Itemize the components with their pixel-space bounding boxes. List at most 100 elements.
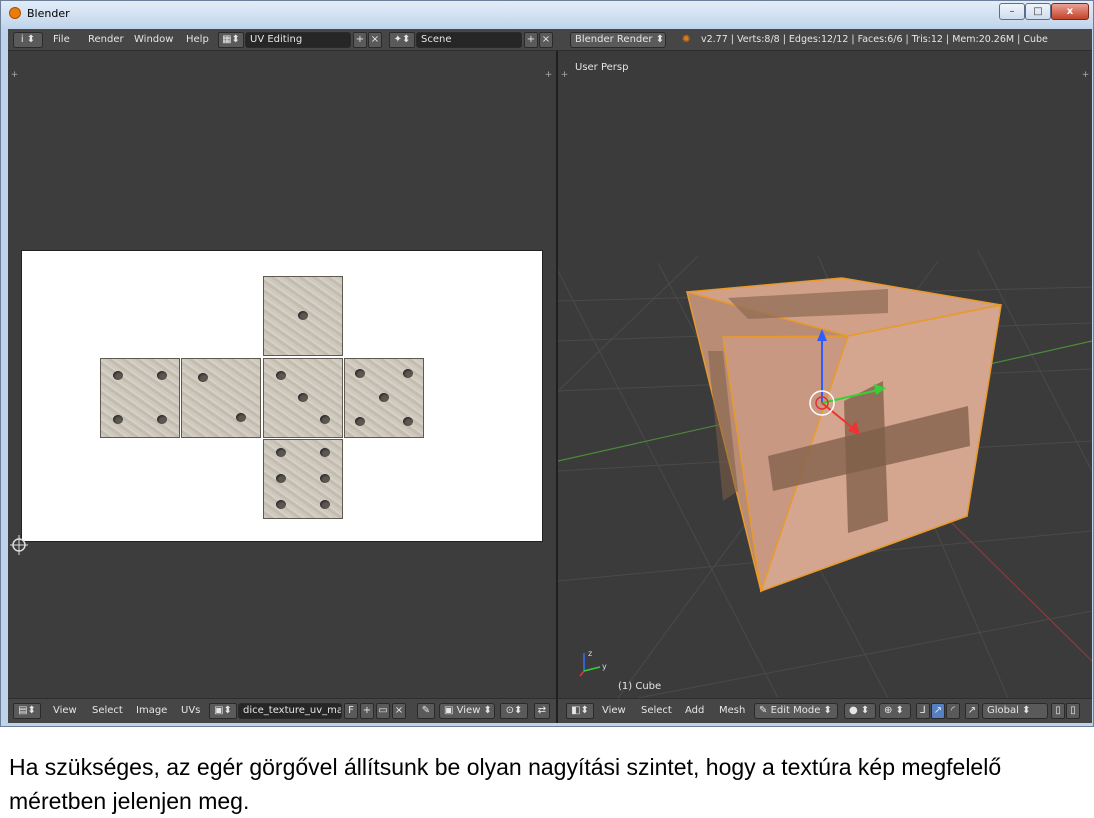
uv-face-bottom[interactable] [263, 439, 343, 519]
menu-window[interactable]: Window [134, 32, 173, 48]
die-pip [403, 417, 413, 426]
image-browse-button[interactable]: ▣⬍ [209, 703, 237, 719]
menu-file[interactable]: File [53, 32, 70, 48]
minimize-button[interactable]: – [999, 3, 1025, 20]
orientation-label: Global [987, 705, 1019, 716]
viewport-menu-add[interactable]: Add [685, 704, 704, 718]
add-scene-button[interactable]: + [524, 32, 538, 48]
close-button[interactable]: x [1051, 3, 1089, 20]
uv-view-label: View [456, 705, 481, 716]
active-object-label: (1) Cube [618, 681, 662, 692]
mode-dropdown[interactable]: ✎ Edit Mode ⬍ [754, 703, 838, 719]
pivot-point-button[interactable]: ⊙⬍ [500, 703, 528, 719]
die-pip [379, 393, 389, 402]
orientation-dropdown[interactable]: Global ⬍ [982, 703, 1048, 719]
scene-icon[interactable]: ✦⬍ [389, 32, 415, 48]
stats-text: v2.77 | Verts:8/8 | Edges:12/12 | Faces:… [701, 34, 1048, 45]
uv-face-right[interactable] [344, 358, 424, 438]
die-pip [276, 474, 286, 483]
screen-layout-icon[interactable]: ▦⬍ [218, 32, 244, 48]
blender-workspace: i ⬍ File Render Window Help ▦⬍ UV Editin… [8, 29, 1092, 723]
uv-menu-uvs[interactable]: UVs [181, 704, 200, 718]
add-screen-button[interactable]: + [353, 32, 367, 48]
mini-axis-x [579, 670, 585, 677]
mini-axis-y-label: y [602, 662, 607, 671]
fake-user-button[interactable]: F [344, 703, 358, 719]
die-pip [157, 371, 167, 380]
die-pip [157, 415, 167, 424]
remove-scene-button[interactable]: × [539, 32, 553, 48]
uv-menu-select[interactable]: Select [92, 704, 123, 718]
blender-window: Blender – □ x i ⬍ File Render Window Hel… [0, 0, 1094, 727]
viewport-menu-view[interactable]: View [602, 704, 626, 718]
die-pip [320, 474, 330, 483]
scale-manipulator-icon[interactable]: ↗ [965, 703, 979, 719]
open-image-button[interactable]: ▭ [376, 703, 390, 719]
region-toggle-icon[interactable]: + [544, 71, 553, 80]
mini-axis-z-label: z [588, 649, 593, 658]
pin-image-icon[interactable]: ✎ [417, 703, 435, 719]
info-header: i ⬍ File Render Window Help ▦⬍ UV Editin… [8, 29, 1092, 51]
screen-layout-field[interactable]: UV Editing [245, 32, 351, 48]
die-pip [298, 393, 308, 402]
render-engine-label: Blender Render [575, 34, 653, 45]
layer-button-2[interactable]: ▯ [1066, 703, 1080, 719]
die-pip [320, 448, 330, 457]
viewport-header: ◧⬍ View Select Add Mesh ✎ Edit Mode ⬍ ● … [558, 698, 1092, 723]
die-pip [355, 417, 365, 426]
front-face-texture-v [844, 381, 888, 533]
mode-label: Edit Mode [770, 705, 821, 716]
viewport-menu-mesh[interactable]: Mesh [719, 704, 745, 718]
uv-menu-image[interactable]: Image [136, 704, 167, 718]
die-pip [276, 500, 286, 509]
maximize-button[interactable]: □ [1025, 3, 1051, 20]
pivot-dropdown[interactable]: ⊕ ⬍ [879, 703, 911, 719]
die-pip [355, 369, 365, 378]
image-name-field[interactable]: dice_texture_uv_ma... [238, 703, 342, 719]
uv-face-top[interactable] [263, 276, 343, 356]
window-title: Blender [27, 7, 70, 20]
shading-dropdown[interactable]: ● ⬍ [844, 703, 876, 719]
uv-editor-header: ▤⬍ View Select Image UVs ▣⬍ dice_texture… [8, 698, 556, 723]
editor-type-3d-button[interactable]: ◧⬍ [566, 703, 594, 719]
die-pip [298, 311, 308, 320]
mini-axis-y [583, 666, 601, 672]
2d-cursor-icon[interactable] [10, 535, 30, 557]
die-pip [198, 373, 208, 382]
sync-selection-icon[interactable]: ⇄ [534, 703, 550, 719]
uv-face-left-outer[interactable] [100, 358, 180, 438]
die-pip [320, 415, 330, 424]
die-pip [236, 413, 246, 422]
manipulator-toggle-icon[interactable]: ⅃ [916, 703, 930, 719]
die-pip [113, 371, 123, 380]
uv-face-left[interactable] [181, 358, 261, 438]
uv-face-center[interactable] [263, 358, 343, 438]
menu-help[interactable]: Help [186, 32, 209, 48]
unlink-image-button[interactable]: × [392, 703, 406, 719]
uv-view-dropdown[interactable]: ▣ View ⬍ [439, 703, 495, 719]
new-image-button[interactable]: + [360, 703, 374, 719]
slide-caption: Ha szükséges, az egér görgővel állítsunk… [9, 754, 1002, 814]
info-editor-type-button[interactable]: i ⬍ [13, 32, 43, 48]
3d-viewport[interactable]: User Persp + + z y (1) Cube [558, 51, 1092, 698]
menu-render[interactable]: Render [88, 32, 124, 48]
scene-field[interactable]: Scene [416, 32, 522, 48]
die-pip [320, 500, 330, 509]
render-engine-dropdown[interactable]: Blender Render ⬍ [570, 32, 666, 48]
uv-texture-image[interactable] [21, 250, 543, 542]
blender-logo-icon [9, 7, 21, 19]
blender-logo-small-icon: ✺ [682, 34, 691, 45]
rotate-manipulator-icon[interactable]: ◜ [946, 703, 960, 719]
translate-manipulator-icon[interactable]: ↗ [931, 703, 945, 719]
uv-menu-view[interactable]: View [53, 704, 77, 718]
die-pip [276, 448, 286, 457]
region-toggle-icon[interactable]: + [10, 71, 19, 80]
viewport-menu-select[interactable]: Select [641, 704, 672, 718]
layer-button[interactable]: ▯ [1051, 703, 1065, 719]
viewport-scene [558, 250, 1092, 698]
info-icon: i [20, 34, 24, 45]
editor-type-uv-button[interactable]: ▤⬍ [13, 703, 41, 719]
uv-image-editor[interactable]: + + [8, 51, 556, 698]
remove-screen-button[interactable]: × [368, 32, 382, 48]
window-titlebar[interactable]: Blender – □ x [1, 1, 1093, 27]
